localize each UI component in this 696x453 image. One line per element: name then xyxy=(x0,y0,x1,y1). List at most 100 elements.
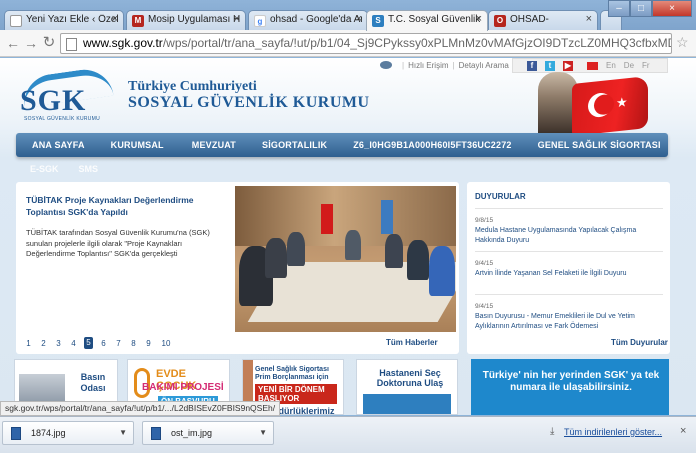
page-link[interactable]: 4 xyxy=(69,339,78,348)
photo-person xyxy=(385,234,403,268)
page-link[interactable]: 7 xyxy=(114,339,123,348)
photo-flag-sgk xyxy=(381,200,393,234)
page-link[interactable]: 1 xyxy=(24,339,33,348)
close-icon[interactable]: × xyxy=(586,13,592,25)
bookmark-star-icon[interactable]: ☆ xyxy=(676,34,689,51)
page-link[interactable]: 8 xyxy=(129,339,138,348)
page-link[interactable]: 6 xyxy=(99,339,108,348)
news-photo[interactable] xyxy=(235,186,456,332)
tab-mosip[interactable]: M Mosip Uygulaması Haz × xyxy=(126,10,246,30)
main-nav: ANA SAYFA KURUMSAL MEVZUAT SİGORTALILIK … xyxy=(16,133,668,157)
address-bar[interactable]: www.sgk.gov.tr/wps/portal/tr/ana_sayfa/!… xyxy=(60,33,672,54)
photo-person xyxy=(345,230,361,260)
nav-item-kurumsal[interactable]: KURUMSAL xyxy=(111,140,164,150)
announcements-title: DUYURULAR xyxy=(475,192,526,201)
tab-title: ohsad - Google'da Ara xyxy=(270,14,362,25)
lang-en[interactable]: En xyxy=(606,61,616,70)
accessibility-icon[interactable] xyxy=(380,61,392,69)
tab-yeni-yazi[interactable]: Yeni Yazı Ekle ‹ Özel Ha × xyxy=(4,10,124,30)
announcement-text[interactable]: Basın Duyurusu - Memur Emeklileri ile Du… xyxy=(475,312,663,331)
chevron-down-icon[interactable]: ▼ xyxy=(259,428,267,437)
maximize-button[interactable]: □ xyxy=(630,0,652,17)
reload-icon[interactable]: ↻ xyxy=(40,34,58,52)
detailed-search-link[interactable]: Detaylı Arama xyxy=(459,61,509,70)
nav-item-portlet-id[interactable]: Z6_I0HG9B1A000H60I5FT36UC2272 xyxy=(353,140,511,150)
tab-sgk[interactable]: S T.C. Sosyal Güvenlik Ku × xyxy=(366,10,488,31)
basin-odasi-label: Basın Odası xyxy=(80,372,106,393)
twitter-icon[interactable]: t xyxy=(545,60,555,71)
announcement-item[interactable]: 9/4/15 Artvin İlinde Yaşanan Sel Felaket… xyxy=(475,251,663,294)
nav-item-sms[interactable]: SMS xyxy=(79,164,99,174)
page-viewport: SGK SOSYAL GÜVENLİK KURUMU Türkiye Cumhu… xyxy=(0,58,696,415)
news-summary: TÜBİTAK tarafından Sosyal Güvenlik Kurum… xyxy=(26,228,210,258)
announcement-date: 9/4/15 xyxy=(475,303,494,310)
close-icon[interactable]: × xyxy=(234,13,240,25)
nav-item-sigortalilik[interactable]: SİGORTALILIK xyxy=(262,140,327,150)
nav-item-e-sgk[interactable]: E-SGK xyxy=(30,164,59,174)
page-icon xyxy=(66,38,77,51)
photo-person xyxy=(407,240,429,280)
tab-title: Yeni Yazı Ekle ‹ Özel Ha xyxy=(26,14,118,25)
nav-item-gss[interactable]: GENEL SAĞLIK SİGORTASI xyxy=(538,140,661,150)
page-link[interactable]: 2 xyxy=(39,339,48,348)
youtube-icon[interactable]: ▶ xyxy=(563,60,573,71)
downloads-bar: 1874.jpg ▼ ost_im.jpg ▼ ⤓ Tüm indirilenl… xyxy=(0,416,696,453)
file-icon xyxy=(151,427,161,440)
sgk-logo[interactable]: SGK xyxy=(20,84,86,118)
forward-arrow-icon[interactable]: → xyxy=(22,34,40,52)
browser-toolbar: ← → ↻ www.sgk.gov.tr/wps/portal/tr/ana_s… xyxy=(0,30,696,57)
close-icon[interactable]: × xyxy=(680,425,686,437)
sgk-icon: S xyxy=(372,15,384,27)
nav-item-mevzuat[interactable]: MEVZUAT xyxy=(192,140,236,150)
page-link[interactable]: 10 xyxy=(159,339,173,348)
hastane-box[interactable]: Hastaneni Seç Doktoruna Ulaş xyxy=(356,359,458,415)
separator: | xyxy=(402,60,405,70)
tab-title: T.C. Sosyal Güvenlik Ku xyxy=(388,14,480,25)
close-icon[interactable]: × xyxy=(476,13,482,25)
announcement-text[interactable]: Medula Hastane Uygulamasında Yapılacak Ç… xyxy=(475,226,663,245)
lang-fr[interactable]: Fr xyxy=(642,61,650,70)
download-filename: ost_im.jpg xyxy=(171,428,213,438)
evde-cocuk-subtitle: BAKIMI PROJESİ xyxy=(142,382,224,393)
utility-bar: | Hızlı Erişim | Detaylı Arama xyxy=(380,58,509,72)
tab-ohsad[interactable]: O OHSAD- × xyxy=(488,10,598,30)
announcement-text[interactable]: Artvin İlinde Yaşanan Sel Felaketi ile İ… xyxy=(475,269,663,279)
announcement-item[interactable]: 9/4/15 Basın Duyurusu - Memur Emeklileri… xyxy=(475,294,663,337)
all-announcements-link[interactable]: Tüm Duyurular xyxy=(611,338,668,347)
page-icon xyxy=(10,15,22,27)
google-icon: g xyxy=(254,15,266,27)
ohsad-icon: O xyxy=(494,15,506,27)
minimize-button[interactable]: – xyxy=(608,0,630,17)
close-window-button[interactable]: × xyxy=(652,0,692,17)
chevron-down-icon[interactable]: ▼ xyxy=(119,428,127,437)
announcements-panel: DUYURULAR 9/8/15 Medula Hastane Uygulama… xyxy=(467,182,670,354)
page-link[interactable]: 9 xyxy=(144,339,153,348)
photo-person xyxy=(265,238,287,278)
star-icon: ★ xyxy=(616,94,628,111)
nav-item-ana-sayfa[interactable]: ANA SAYFA xyxy=(32,140,85,150)
call-center-box[interactable]: Türkiye' nin her yerinden SGK' ya tek nu… xyxy=(471,359,669,415)
url-path: /wps/portal/tr/ana_sayfa/!ut/p/b1/04_Sj9… xyxy=(162,36,671,50)
show-all-downloads-link[interactable]: Tüm indirilenleri göster... xyxy=(564,427,662,437)
lang-de[interactable]: De xyxy=(624,61,634,70)
crescent-cut xyxy=(594,93,614,116)
download-item[interactable]: ost_im.jpg ▼ xyxy=(142,421,274,445)
tab-google[interactable]: g ohsad - Google'da Ara × xyxy=(248,10,368,30)
news-pager: 1 2 3 4 5 6 7 8 9 10 xyxy=(24,337,173,349)
institution-title: Türkiye Cumhuriyeti xyxy=(128,79,257,94)
fast-access-link[interactable]: Hızlı Erişim xyxy=(408,61,448,70)
social-bar: f t ▶ En De Fr xyxy=(512,58,668,73)
call-center-text: Türkiye' nin her yerinden SGK' ya tek nu… xyxy=(482,370,660,393)
news-title[interactable]: TÜBİTAK Proje Kaynakları Değerlendirme T… xyxy=(26,194,222,218)
downloads-icon: ⤓ xyxy=(550,426,555,437)
page-link[interactable]: 3 xyxy=(54,339,63,348)
back-arrow-icon[interactable]: ← xyxy=(4,34,22,52)
page-link-active[interactable]: 5 xyxy=(84,337,93,349)
facebook-icon[interactable]: f xyxy=(527,60,537,71)
all-news-link[interactable]: Tüm Haberler xyxy=(386,338,438,347)
download-item[interactable]: 1874.jpg ▼ xyxy=(2,421,134,445)
close-icon[interactable]: × xyxy=(112,13,118,25)
announcement-item[interactable]: 9/8/15 Medula Hastane Uygulamasında Yapı… xyxy=(475,208,663,251)
close-icon[interactable]: × xyxy=(356,13,362,25)
turkish-flag-icon[interactable] xyxy=(587,61,598,70)
